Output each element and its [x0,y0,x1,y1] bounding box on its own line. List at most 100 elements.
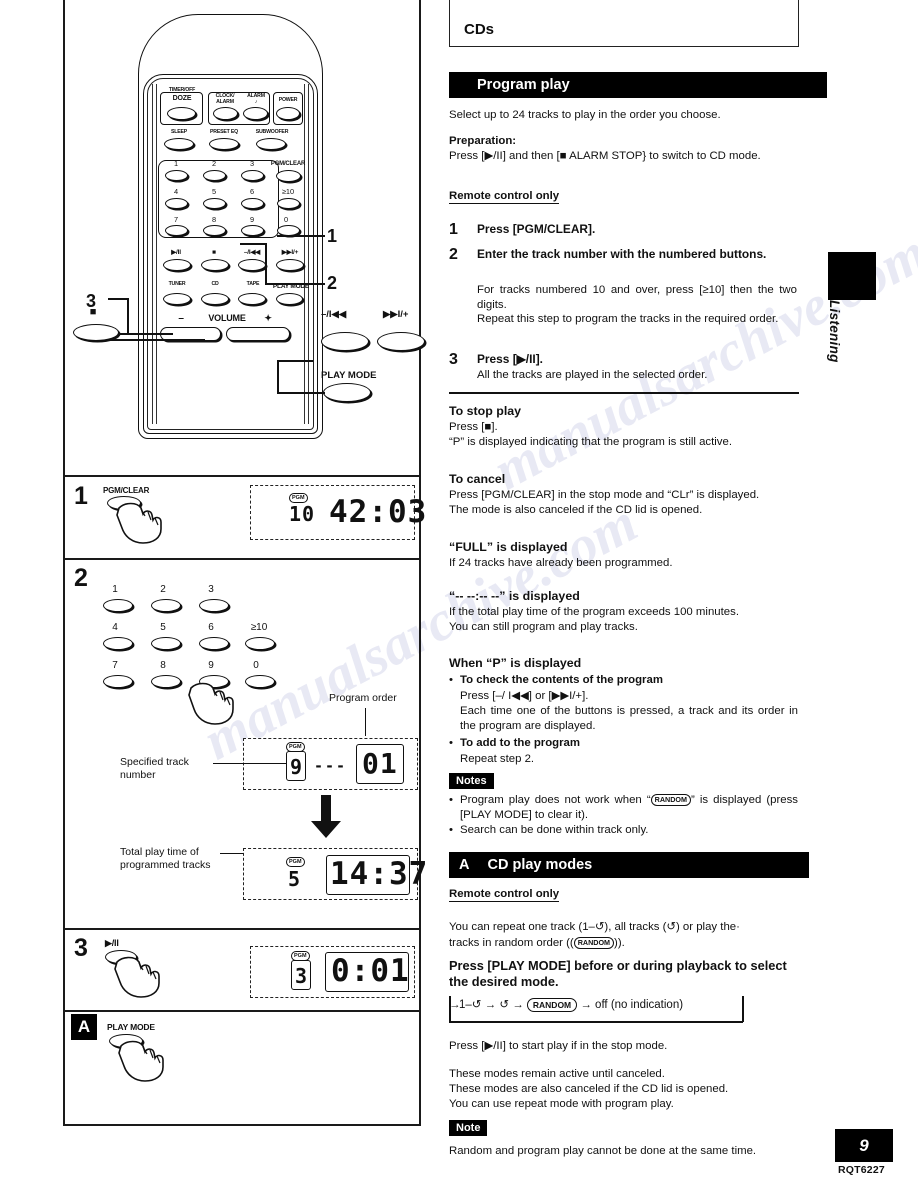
random-pill: RANDOM [650,794,691,806]
step2-key-5[interactable] [151,637,181,650]
when-p-bullet-2-title: To add to the program [460,737,581,749]
step2-key-label-7: 7 [112,660,118,671]
flow-arrow-down-icon [311,795,341,838]
key-ffwd[interactable] [276,259,304,271]
step2-key-label-0: 0 [253,660,259,671]
preparation-label: Preparation: [449,135,517,147]
when-p-bullet-1-title: To check the contents of the program [460,674,663,686]
step-3-time: 0:01 [331,953,410,989]
step-1-time: 42:03 [329,494,428,530]
step2-key-6[interactable] [199,637,229,650]
key-9[interactable] [241,225,264,236]
step2-key-4[interactable] [103,637,133,650]
key-tuner[interactable] [163,293,191,305]
play-mode-leader-h1 [277,360,313,362]
external-rew-label: –/I◀◀ [321,309,347,320]
step-2-total-time: 14:37 [330,856,429,892]
note-badge: Note [449,1120,488,1136]
key-2[interactable] [203,170,226,181]
step2-key-1[interactable] [103,599,133,612]
cycle-loop-left [449,996,451,1022]
random-pill: RANDOM [573,937,615,949]
panel-divider [65,928,419,930]
key-8[interactable] [203,225,226,236]
remote-control-diagram: TIMER/OFF DOZE CLOCK/ ALARM ALARM ♪ POWE… [138,14,323,439]
key-label-preset-eq: PRESET EQ [210,129,238,135]
cds-title: CDs [464,21,495,38]
key-power[interactable] [276,107,300,120]
cd-modes-intro-b-post: )). [614,937,625,949]
step2-key-7[interactable] [103,675,133,688]
step2-key-3[interactable] [199,599,229,612]
remote-control-only-heading: Remote control only [449,190,560,204]
dashes-displayed-line-1: If the total play time of the program ex… [449,606,739,618]
key-label-clock-alarm: ALARM [216,99,234,105]
key-3[interactable] [241,170,264,181]
cycle-loop-right [742,996,744,1022]
key-tape[interactable] [238,293,266,305]
key-label-0: 0 [283,215,289,224]
key-alarm[interactable] [243,107,268,120]
key-stop[interactable] [201,259,229,271]
key-clock-alarm[interactable] [213,107,238,120]
step-2-title: Enter the track number with the numbered… [477,247,767,261]
external-play-mode-key[interactable] [323,383,371,402]
cd-play-modes-letter: A [459,857,470,873]
key-over10[interactable] [277,198,300,209]
step-3-track: 3 [295,964,309,988]
key-label-8: 8 [211,215,217,224]
page-number-box: 9 [835,1129,893,1162]
volume-up-bar[interactable] [226,327,290,341]
key-1[interactable] [165,170,188,181]
external-rew-key[interactable] [321,332,369,351]
key-sleep[interactable] [164,138,194,150]
page-code: RQT6227 [838,1164,885,1176]
volume-plus-label: ✦ [264,313,272,323]
external-ffwd-key[interactable] [377,332,425,351]
program-play-intro: Select up to 24 tracks to play in the or… [449,109,721,121]
step2-key-label-8: 8 [160,660,166,671]
cd-modes-intro-a: You can repeat one track (1–↺), all trac… [449,921,740,933]
key-subwoofer[interactable] [256,138,286,150]
key-rew[interactable] [238,259,266,271]
key-play-pause[interactable] [163,259,191,271]
step-2-track-count: 5 [288,867,302,891]
key-pgm-clear[interactable] [276,170,301,182]
cd-modes-note-text: Random and program play cannot be done a… [449,1145,757,1157]
manual-page: manualsarchive.com manualsarchive.com TI… [0,0,918,1188]
key-doze[interactable] [167,107,196,120]
key-label-tuner: TUNER [168,281,186,287]
step2-key-8[interactable] [151,675,181,688]
cds-section-box: CDs [449,0,799,47]
key-label-subwoofer: SUBWOOFER [255,129,289,135]
panel-divider [65,1010,419,1012]
to-cancel-heading: To cancel [449,472,506,486]
cd-play-modes-section-bar: A CD play modes [449,852,809,878]
step2-key-label-5: 5 [160,622,166,633]
step2-key-over10[interactable] [245,637,275,650]
note-item-1: Program play does not work when “RANDOM”… [460,793,798,822]
box-a-button-caption: PLAY MODE [107,1022,155,1032]
step-3-title: Press [▶/II]. [477,352,543,366]
key-label-3: 3 [249,159,255,168]
hand-pointer-icon [188,682,234,725]
dashes-displayed-line-2: You can still program and play tracks. [449,621,638,633]
key-play-mode[interactable] [276,293,303,305]
key-cd[interactable] [201,293,229,305]
note-item-2: Search can be done within track only. [460,824,649,836]
notes-badge: Notes [449,773,494,789]
key-6[interactable] [241,198,264,209]
section-tab-marker [828,252,876,300]
key-4[interactable] [165,198,188,209]
full-displayed-heading: “FULL” is displayed [449,540,568,554]
cycle-item-1: 1–↺ [459,999,482,1011]
external-stop-key[interactable] [73,324,119,341]
key-preset-eq[interactable] [209,138,239,150]
key-5[interactable] [203,198,226,209]
step2-key-2[interactable] [151,599,181,612]
key-7[interactable] [165,225,188,236]
bullet-dot: • [449,674,453,686]
step2-key-label-6: 6 [208,622,214,633]
step-2-specified-track: 9 [290,755,304,779]
step2-key-0[interactable] [245,675,275,688]
